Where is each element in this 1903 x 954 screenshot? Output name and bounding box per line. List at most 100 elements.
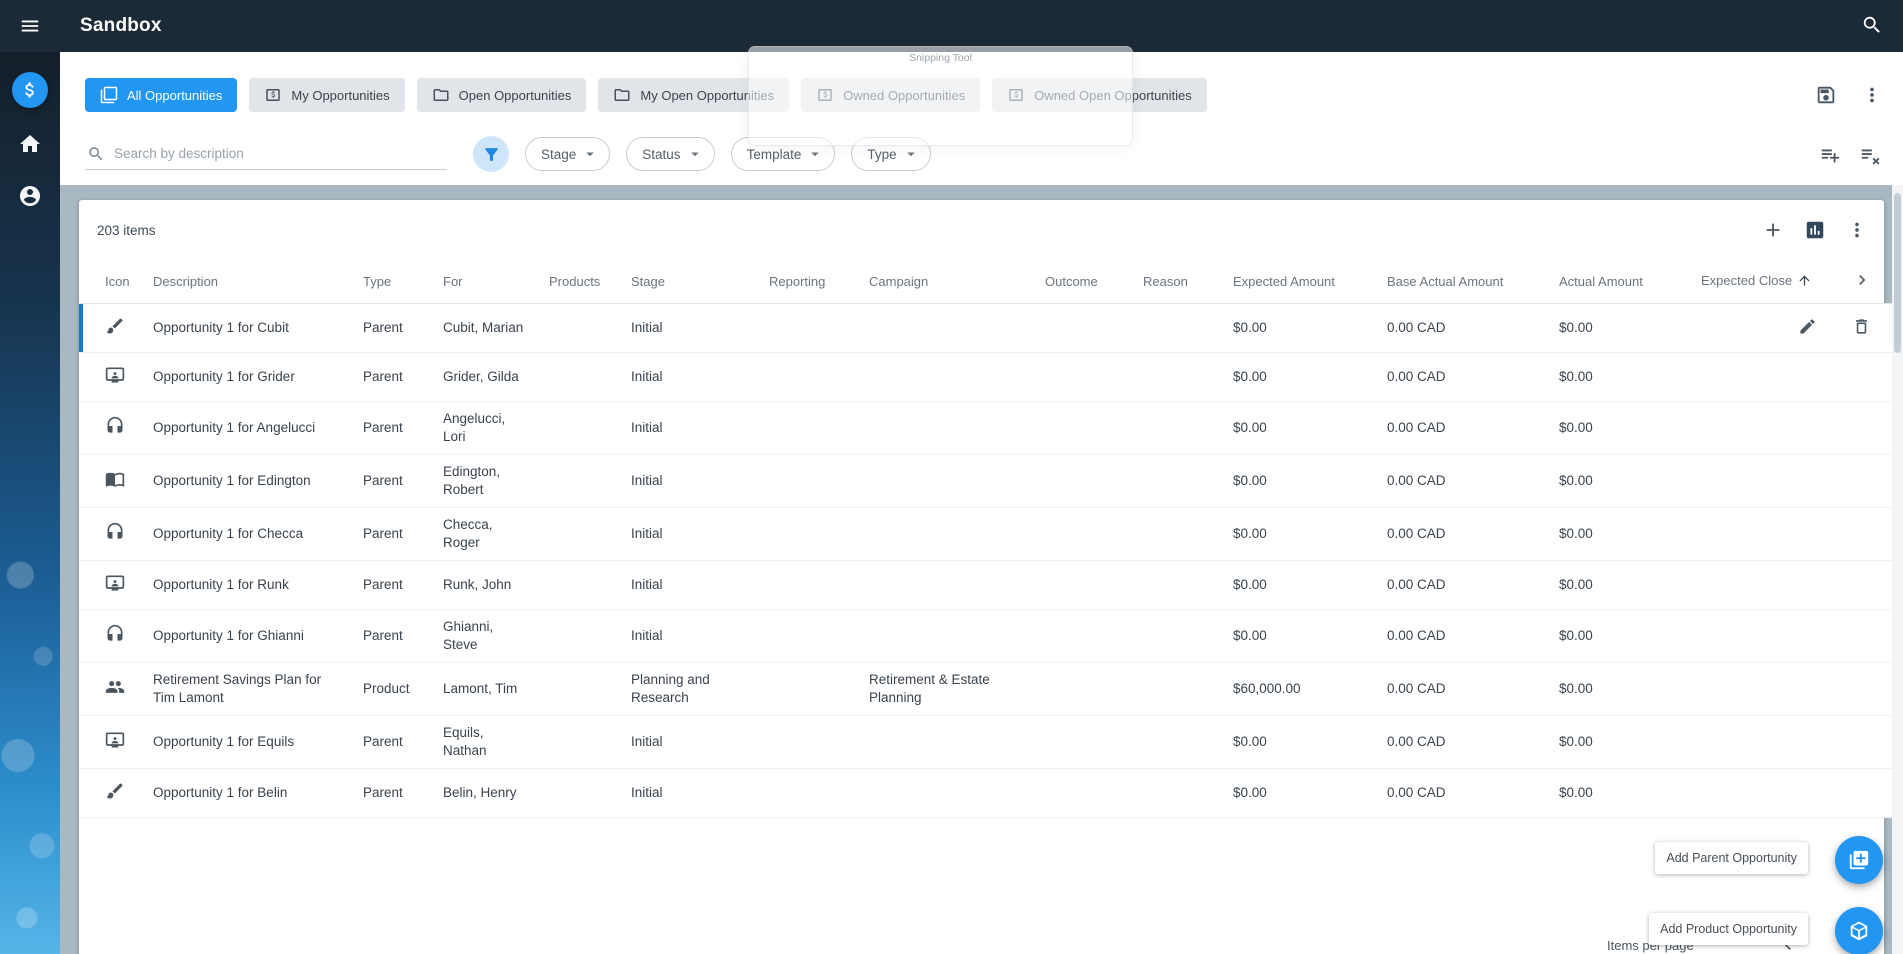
view-chip-open-opportunities[interactable]: Open Opportunities bbox=[416, 78, 587, 112]
cell-description: Opportunity 1 for Checca bbox=[141, 507, 351, 561]
dropdown-label: Template bbox=[746, 146, 802, 162]
cell-reason bbox=[1131, 715, 1221, 769]
opportunity-row[interactable]: Opportunity 1 for Grider Parent Grider, Gi… bbox=[79, 352, 1894, 402]
col-stage[interactable]: Stage bbox=[619, 260, 757, 304]
col-description[interactable]: Description bbox=[141, 260, 351, 304]
col-products[interactable]: Products bbox=[537, 260, 619, 304]
col-expected-close[interactable]: Expected Close bbox=[1689, 260, 1829, 304]
sidebar-item-profile[interactable] bbox=[14, 180, 46, 212]
scroll-columns-right-button[interactable] bbox=[1850, 268, 1874, 295]
toolbar-actions bbox=[1813, 82, 1885, 108]
snipping-tool-ghost: Snipping Tool bbox=[748, 46, 1133, 146]
view-chip-my-opportunities[interactable]: My Opportunities bbox=[249, 78, 405, 112]
folder-icon bbox=[432, 86, 450, 104]
cell-campaign bbox=[857, 507, 1033, 561]
cell-expected-amount: $0.00 bbox=[1221, 352, 1375, 402]
opportunity-row[interactable]: Opportunity 1 for Angelucci Parent Angeluc… bbox=[79, 401, 1894, 455]
scrollbar-thumb[interactable] bbox=[1894, 193, 1901, 353]
cell-actions bbox=[1829, 715, 1894, 769]
save-view-button[interactable] bbox=[1813, 82, 1839, 108]
cell-for: Checca, Roger bbox=[431, 507, 537, 561]
cell-reporting bbox=[757, 303, 857, 353]
search-input[interactable] bbox=[114, 146, 445, 161]
cell-stage: Initial bbox=[619, 715, 757, 769]
col-icon[interactable]: Icon bbox=[79, 260, 141, 304]
cell-stage: Initial bbox=[619, 401, 757, 455]
dropdown-stage[interactable]: Stage bbox=[525, 137, 611, 171]
card-header: 203 items bbox=[79, 200, 1884, 260]
dropdown-label: Type bbox=[867, 146, 897, 162]
book-icon bbox=[79, 454, 141, 508]
opportunity-row[interactable]: Opportunity 1 for Cubit Parent Cubit, Mari… bbox=[79, 303, 1894, 353]
opportunity-row[interactable]: Opportunity 1 for Belin Parent Belin, Henr… bbox=[79, 768, 1894, 818]
cell-expected-amount: $0.00 bbox=[1221, 454, 1375, 508]
chart-view-button[interactable] bbox=[1802, 217, 1828, 243]
cell-actual-amount: $0.00 bbox=[1547, 454, 1689, 508]
col-type[interactable]: Type bbox=[351, 260, 431, 304]
card-more-button[interactable] bbox=[1844, 217, 1870, 243]
vertical-scrollbar[interactable] bbox=[1892, 185, 1903, 954]
col-campaign[interactable]: Campaign bbox=[857, 260, 1033, 304]
cell-expected-close bbox=[1689, 507, 1829, 561]
col-expected-amount[interactable]: Expected Amount bbox=[1221, 260, 1375, 304]
cell-description: Opportunity 1 for Edington bbox=[141, 454, 351, 508]
add-product-opportunity-button[interactable] bbox=[1835, 907, 1883, 954]
col-reason[interactable]: Reason bbox=[1131, 260, 1221, 304]
library-add-icon bbox=[1848, 849, 1870, 871]
opportunity-row[interactable]: Retirement Savings Plan for Tim Lamont Pr… bbox=[79, 662, 1894, 716]
cube-icon bbox=[1848, 920, 1870, 942]
cell-campaign bbox=[857, 609, 1033, 663]
search-icon[interactable] bbox=[1855, 8, 1889, 45]
opportunity-row[interactable]: Opportunity 1 for Runk Parent Runk, John In… bbox=[79, 560, 1894, 610]
col-reporting[interactable]: Reporting bbox=[757, 260, 857, 304]
caret-down-icon bbox=[686, 145, 704, 163]
main-area: All Opportunities My Opportunities Open Op… bbox=[60, 52, 1903, 954]
dollar-icon bbox=[20, 80, 40, 100]
cell-products bbox=[537, 560, 619, 610]
sidebar-item-home[interactable] bbox=[14, 128, 46, 160]
add-filter-row-button[interactable] bbox=[1817, 142, 1843, 168]
cell-base-actual-amount: 0.00 CAD bbox=[1375, 768, 1547, 818]
col-outcome[interactable]: Outcome bbox=[1033, 260, 1131, 304]
dropdown-status[interactable]: Status bbox=[626, 137, 715, 171]
fab-tooltip-add-parent: Add Parent Opportunity bbox=[1655, 842, 1808, 874]
cell-stage: Initial bbox=[619, 560, 757, 610]
app-root: Sandbox All Opportunities My Opportunitie… bbox=[0, 0, 1903, 954]
col-base-actual-amount[interactable]: Base Actual Amount bbox=[1375, 260, 1547, 304]
add-parent-opportunity-button[interactable] bbox=[1835, 836, 1883, 884]
cell-stage: Initial bbox=[619, 454, 757, 508]
col-actual-amount[interactable]: Actual Amount bbox=[1547, 260, 1689, 304]
trash-icon bbox=[1852, 319, 1871, 339]
cell-description: Opportunity 1 for Grider bbox=[141, 352, 351, 402]
opportunities-table: Icon Description Type For Products Stage Repor… bbox=[79, 260, 1894, 818]
cell-type: Product bbox=[351, 662, 431, 716]
add-record-button[interactable] bbox=[1760, 217, 1786, 243]
cell-reporting bbox=[757, 609, 857, 663]
delete-button[interactable] bbox=[1850, 315, 1873, 341]
cell-campaign bbox=[857, 454, 1033, 508]
menu-icon[interactable] bbox=[0, 0, 60, 52]
cell-for: Angelucci, Lori bbox=[431, 401, 537, 455]
view-chip-all-opportunities[interactable]: All Opportunities bbox=[85, 78, 238, 112]
cell-expected-close bbox=[1689, 401, 1829, 455]
cell-campaign bbox=[857, 352, 1033, 402]
toolbar-more-button[interactable] bbox=[1859, 82, 1885, 108]
sidebar-item-opportunities[interactable] bbox=[12, 72, 48, 108]
edit-button[interactable] bbox=[1796, 315, 1819, 341]
col-for[interactable]: For bbox=[431, 260, 537, 304]
opportunity-row[interactable]: Opportunity 1 for Ghianni Parent Ghianni, … bbox=[79, 609, 1894, 663]
cell-reporting bbox=[757, 401, 857, 455]
opportunity-row[interactable]: Opportunity 1 for Edington Parent Edington… bbox=[79, 454, 1894, 508]
cell-campaign bbox=[857, 560, 1033, 610]
chevron-right-icon bbox=[1852, 275, 1872, 293]
cell-type: Parent bbox=[351, 454, 431, 508]
clear-filters-button[interactable] bbox=[1857, 142, 1883, 168]
opportunity-row[interactable]: Opportunity 1 for Equils Parent Equils, Na… bbox=[79, 715, 1894, 769]
cell-expected-amount: $0.00 bbox=[1221, 560, 1375, 610]
playlist-remove-icon bbox=[1859, 144, 1881, 166]
cell-stage: Initial bbox=[619, 609, 757, 663]
opportunity-row[interactable]: Opportunity 1 for Checca Parent Checca, Ro… bbox=[79, 507, 1894, 561]
view-chip-label: My Opportunities bbox=[291, 87, 390, 103]
playlist-add-icon bbox=[1819, 144, 1841, 166]
filter-button[interactable] bbox=[473, 136, 509, 172]
